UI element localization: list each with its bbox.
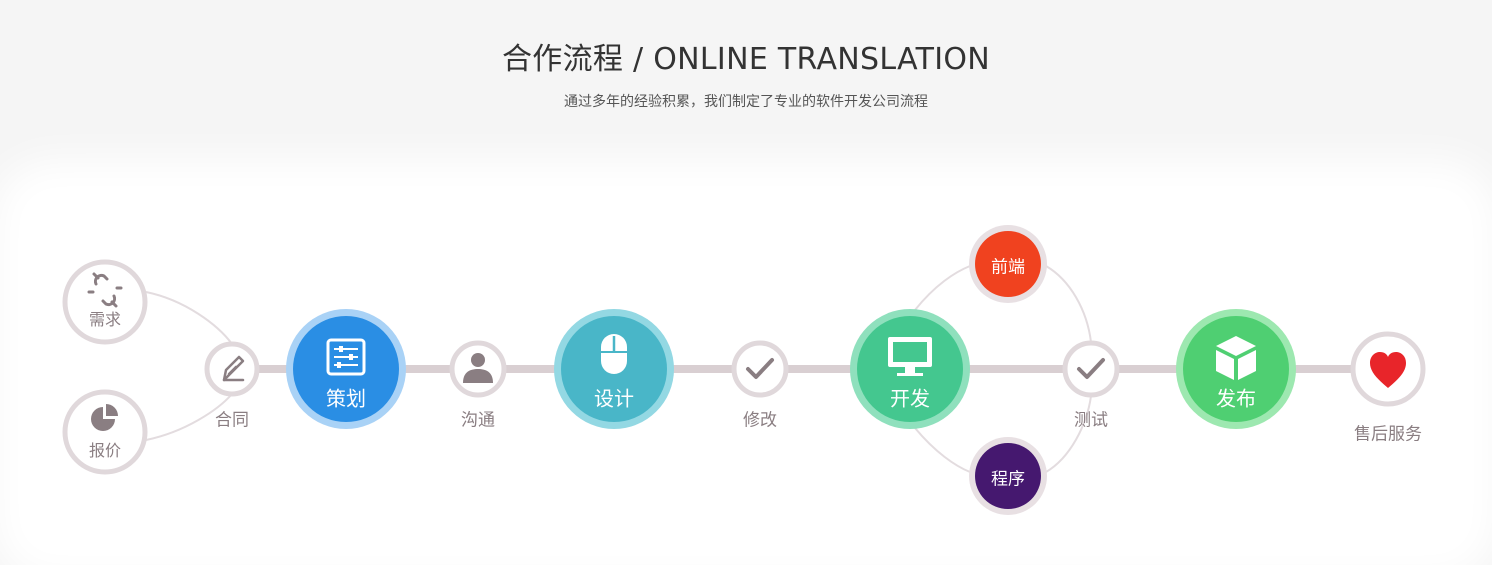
node-label-test: 测试 xyxy=(1074,410,1108,431)
node-requirement xyxy=(62,259,148,345)
mouse-icon xyxy=(601,334,627,374)
node-communicate xyxy=(449,340,507,398)
node-label-quote: 报价 xyxy=(88,441,122,460)
node-label-develop: 开发 xyxy=(890,386,930,411)
process-diagram xyxy=(62,225,1426,515)
connector-develop-frontend xyxy=(914,265,971,311)
node-label-frontend: 前端 xyxy=(991,257,1025,278)
connector-develop-program xyxy=(914,427,971,473)
node-label-plan: 策划 xyxy=(326,386,366,411)
node-label-design: 设计 xyxy=(594,386,634,411)
connector-requirement-contract xyxy=(145,291,233,345)
node-label-release: 发布 xyxy=(1216,386,1256,411)
node-label-contract: 合同 xyxy=(215,410,249,431)
node-label-requirement: 需求 xyxy=(88,310,122,329)
node-label-revise: 修改 xyxy=(743,410,777,431)
node-label-communicate: 沟通 xyxy=(461,410,495,431)
node-label-program: 程序 xyxy=(991,469,1025,490)
connector-frontend-test xyxy=(1045,265,1092,343)
node-aftersales xyxy=(1350,331,1426,407)
node-label-aftersales: 售后服务 xyxy=(1354,424,1422,445)
node-contract xyxy=(204,341,260,397)
node-test xyxy=(1062,340,1120,398)
node-revise xyxy=(731,340,789,398)
